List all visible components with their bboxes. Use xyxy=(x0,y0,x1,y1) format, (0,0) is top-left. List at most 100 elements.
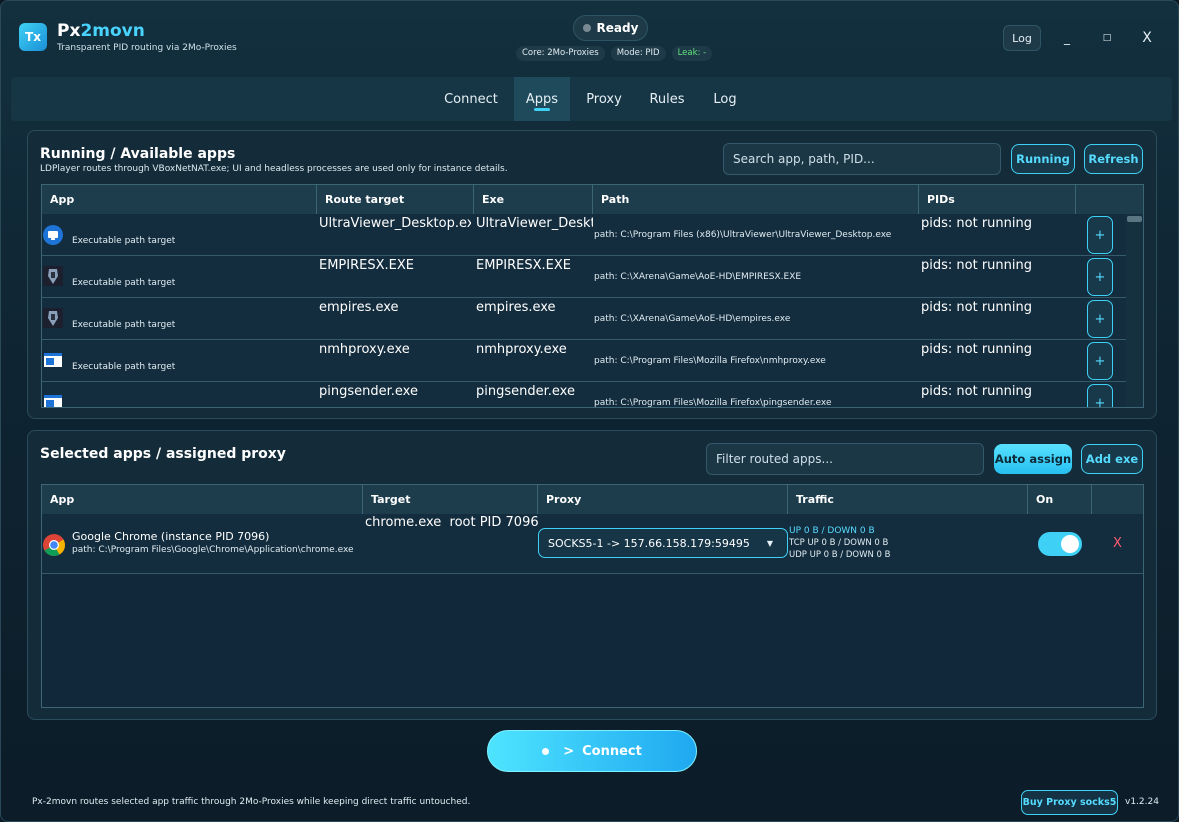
toggle-knob xyxy=(1061,535,1079,553)
add-app-button[interactable]: + xyxy=(1087,216,1113,254)
routed-filter-input[interactable]: Filter routed apps... xyxy=(706,443,984,475)
row-exe: UltraViewer_Desktop xyxy=(476,216,593,231)
app-title-part2: 2movn xyxy=(80,21,145,41)
row-pids: pids: not running xyxy=(921,300,1032,315)
add-app-button[interactable]: + xyxy=(1087,384,1113,407)
running-table-scrollbar[interactable] xyxy=(1126,214,1143,407)
tab-log[interactable]: Log xyxy=(703,77,747,121)
tab-rules[interactable]: Rules xyxy=(642,77,692,121)
table-row[interactable]: Executable path target EMPIRESX.EXE EMPI… xyxy=(42,256,1128,298)
footer: Px-2movn routes selected app traffic thr… xyxy=(1,781,1178,821)
meta-pills: Core: 2Mo-Proxies Mode: PID Leak: - xyxy=(516,46,713,61)
row-note: Executable path target xyxy=(72,278,176,288)
col-header-path: Path xyxy=(593,185,919,214)
app-logo: Tx xyxy=(19,23,47,51)
empires-icon xyxy=(43,266,63,286)
scrollbar-thumb[interactable] xyxy=(1127,216,1142,222)
selected-app-row[interactable]: Google Chrome (instance PID 7096) path: … xyxy=(42,514,1143,574)
table-row[interactable]: pingsender.exe pingsender.exe path: C:\P… xyxy=(42,382,1128,408)
row-pids: pids: not running xyxy=(921,384,1032,399)
add-app-button[interactable]: + xyxy=(1087,258,1113,296)
route-enabled-toggle[interactable] xyxy=(1038,532,1082,556)
col-header-pids: PIDs xyxy=(919,185,1076,214)
row-route-target: nmhproxy.exe xyxy=(319,342,410,357)
col-header-route-target: Route target xyxy=(317,185,474,214)
running-panel-subtitle: LDPlayer routes through VBoxNetNAT.exe; … xyxy=(40,164,508,174)
row-path: path: C:\Program Files (x86)\UltraViewer… xyxy=(594,230,892,240)
table-row[interactable]: Executable path target UltraViewer_Deskt… xyxy=(42,214,1128,256)
row-path: path: C:\Program Files\Mozilla Firefox\n… xyxy=(594,356,826,366)
row-note: Executable path target xyxy=(72,236,176,246)
auto-assign-button[interactable]: Auto assign xyxy=(994,444,1072,474)
app-title-part1: Px xyxy=(57,21,81,41)
col-header-traffic: Traffic xyxy=(788,485,1028,514)
title-bar: Tx Px2movn Transparent PID routing via 2… xyxy=(1,1,1178,73)
col-header-target: Target xyxy=(363,485,538,514)
buy-proxy-button[interactable]: Buy Proxy socks5 xyxy=(1021,790,1118,815)
add-app-button[interactable]: + xyxy=(1087,300,1113,338)
row-path: path: C:\Program Files\Mozilla Firefox\p… xyxy=(594,398,832,408)
running-filter-button[interactable]: Running xyxy=(1011,144,1075,174)
add-exe-button[interactable]: Add exe xyxy=(1081,444,1143,474)
close-window-button[interactable]: X xyxy=(1135,25,1159,51)
row-exe: EMPIRESX.EXE xyxy=(476,258,571,273)
footer-text: Px-2movn routes selected app traffic thr… xyxy=(32,797,471,807)
row-route-target: EMPIRESX.EXE xyxy=(319,258,414,273)
connect-label: Connect xyxy=(582,743,642,759)
tab-apps[interactable]: Apps xyxy=(514,77,570,121)
row-route-target: empires.exe xyxy=(319,300,399,315)
row-pids: pids: not running xyxy=(921,216,1032,231)
window-icon xyxy=(44,395,62,407)
tab-bar: Connect Apps Proxy Rules Log xyxy=(11,77,1172,121)
minimize-button[interactable]: _ xyxy=(1055,25,1079,51)
row-note: Executable path target xyxy=(72,320,176,330)
app-window: Tx Px2movn Transparent PID routing via 2… xyxy=(0,0,1179,822)
proxy-select-value: SOCKS5-1 -> 157.66.158.179:59495 xyxy=(548,536,750,550)
connect-arrow-icon: > xyxy=(563,743,575,759)
leak-badge: Leak: - xyxy=(671,46,713,61)
selected-table-header: App Target Proxy Traffic On xyxy=(42,485,1143,514)
window-icon xyxy=(44,353,62,367)
connect-dot-icon xyxy=(542,747,550,755)
app-search-input[interactable]: Search app, path, PID... xyxy=(723,143,1001,175)
maximize-button[interactable]: □ xyxy=(1095,25,1119,51)
remove-app-button[interactable]: X xyxy=(1113,536,1122,551)
col-header-action xyxy=(1076,185,1143,214)
running-apps-panel: Running / Available apps LDPlayer routes… xyxy=(27,130,1157,419)
table-row[interactable]: Executable path target nmhproxy.exe nmhp… xyxy=(42,340,1128,382)
row-exe: nmhproxy.exe xyxy=(476,342,567,357)
row-exe: empires.exe xyxy=(476,300,556,315)
row-note: Executable path target xyxy=(72,362,176,372)
running-apps-table: App Route target Exe Path PIDs Executabl… xyxy=(41,184,1144,408)
col-header-app: App xyxy=(42,185,317,214)
refresh-button[interactable]: Refresh xyxy=(1084,144,1143,174)
selected-app-target: chrome.exe root PID 7096 xyxy=(365,515,539,530)
proxy-select[interactable]: SOCKS5-1 -> 157.66.158.179:59495 ▼ xyxy=(538,528,788,558)
row-exe: pingsender.exe xyxy=(476,384,575,399)
traffic-udp: UDP UP 0 B / DOWN 0 B xyxy=(789,550,891,560)
tab-proxy[interactable]: Proxy xyxy=(578,77,630,121)
chevron-down-icon: ▼ xyxy=(766,539,773,548)
add-app-button[interactable]: + xyxy=(1087,342,1113,380)
version-label: v1.2.24 xyxy=(1125,797,1159,807)
core-badge: Core: 2Mo-Proxies xyxy=(516,46,605,61)
row-pids: pids: not running xyxy=(921,258,1032,273)
status-dot-icon xyxy=(582,24,591,32)
connect-button[interactable]: > Connect xyxy=(487,730,697,772)
table-row[interactable]: Executable path target empires.exe empir… xyxy=(42,298,1128,340)
selected-app-path: path: C:\Program Files\Google\Chrome\App… xyxy=(72,545,354,555)
log-button[interactable]: Log xyxy=(1003,25,1041,51)
ultraviewer-icon xyxy=(43,225,63,245)
selected-apps-table: App Target Proxy Traffic On Google Chrom… xyxy=(41,484,1144,708)
row-path: path: C:\XArena\Game\AoE-HD\EMPIRESX.EXE xyxy=(594,272,802,282)
chrome-icon xyxy=(43,534,65,556)
row-path: path: C:\XArena\Game\AoE-HD\empires.exe xyxy=(594,314,791,324)
running-table-header: App Route target Exe Path PIDs xyxy=(42,185,1143,214)
tab-connect[interactable]: Connect xyxy=(436,77,506,121)
mode-badge: Mode: PID xyxy=(610,46,666,61)
traffic-tcp: TCP UP 0 B / DOWN 0 B xyxy=(789,538,889,548)
row-pids: pids: not running xyxy=(921,342,1032,357)
status-text: Ready xyxy=(596,21,639,35)
col-header-proxy: Proxy xyxy=(538,485,788,514)
col-header-on: On xyxy=(1028,485,1092,514)
